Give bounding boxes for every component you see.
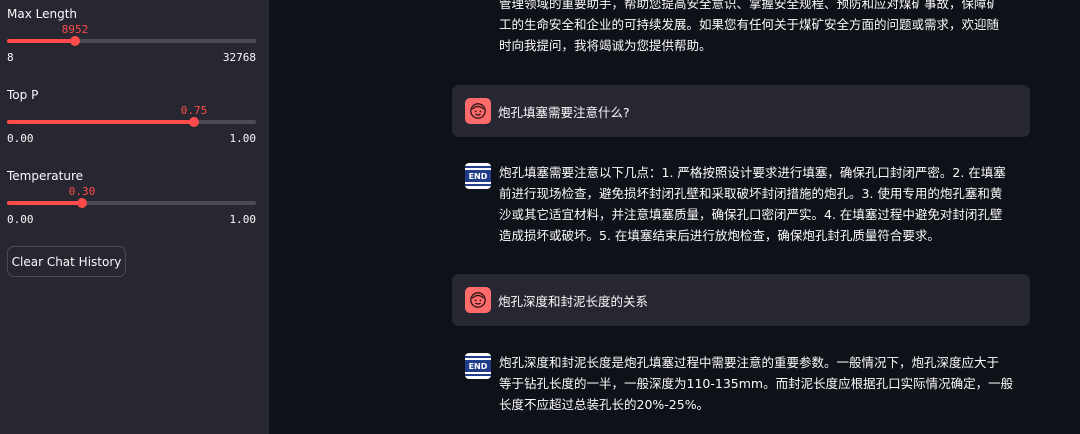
user-message: 炮孔填塞需要注意什么? xyxy=(452,85,1030,137)
temperature-fill xyxy=(7,201,82,205)
message-line: 炮孔填塞需要注意以下几点：1. 严格按照设计要求进行填塞，确保孔口封闭严密。2.… xyxy=(499,165,1006,180)
message-line: 炮孔深度和封泥长度是炮孔填塞过程中需要注意的重要参数。一般情况下，炮孔深度应大于 xyxy=(499,355,1000,370)
temperature-min: 0.00 xyxy=(7,213,34,226)
clear-chat-history-button[interactable]: Clear Chat History xyxy=(7,246,126,277)
max-length-value: 8952 xyxy=(61,23,89,36)
max-length-label: Max Length xyxy=(7,7,78,21)
end-logo-icon: END xyxy=(465,353,491,379)
assistant-message-partial: 管理领域的重要助手，帮助您提高安全意识、掌握安全规程、预防和应对煤矿事故，保障矿… xyxy=(499,0,999,56)
message-line: 前进行现场检查，避免损坏封闭孔壁和采取破坏封闭措施的炮孔。3. 使用专用的炮孔塞… xyxy=(499,186,1003,201)
message-line: 造成损坏或破坏。5. 在填塞结束后进行放炮检查，确保炮孔封孔质量符合要求。 xyxy=(499,228,940,243)
assistant-message: 炮孔深度和封泥长度是炮孔填塞过程中需要注意的重要参数。一般情况下，炮孔深度应大于… xyxy=(499,352,1013,415)
top-p-label: Top P xyxy=(7,88,39,102)
temperature-label: Temperature xyxy=(7,169,84,183)
top-p-min: 0.00 xyxy=(7,132,34,145)
max-length-min: 8 xyxy=(7,51,14,64)
message-line: 等于钻孔长度的一半，一般深度为110-135mm。而封泥长度应根据孔口实际情况确… xyxy=(499,376,1014,391)
logo-stripe xyxy=(465,166,491,168)
max-length-max: 32768 xyxy=(222,51,256,64)
logo-text: END xyxy=(465,170,491,182)
max-length-track[interactable] xyxy=(7,36,256,46)
temperature-track[interactable] xyxy=(7,198,256,208)
max-length-slider[interactable]: Max Length 8952 8 32768 xyxy=(7,7,256,69)
logo-text: END xyxy=(465,360,491,372)
chat-area: 管理领域的重要助手，帮助您提高安全意识、掌握安全规程、预防和应对煤矿事故，保障矿… xyxy=(269,0,1080,434)
temperature-slider[interactable]: Temperature 0.30 0.00 1.00 xyxy=(7,169,256,231)
user-message: 炮孔深度和封泥长度的关系 xyxy=(452,274,1030,326)
user-message-text: 炮孔深度和封泥长度的关系 xyxy=(498,293,649,309)
max-length-fill xyxy=(7,39,75,43)
logo-stripe xyxy=(465,374,491,376)
temperature-value: 0.30 xyxy=(68,185,96,198)
temperature-thumb[interactable] xyxy=(77,198,87,208)
top-p-track[interactable] xyxy=(7,117,256,127)
message-line: 管理领域的重要助手，帮助您提高安全意识、掌握安全规程、预防和应对煤矿事故，保障矿 xyxy=(499,0,1000,11)
temperature-max: 1.00 xyxy=(229,213,257,226)
message-line: 沙或其它适宜材料，并注意填塞质量，确保孔口密闭严实。4. 在填塞过程中避免对封闭… xyxy=(499,207,1003,222)
top-p-value: 0.75 xyxy=(180,104,208,117)
message-line: 长度不应超过总装孔长的20%-25%。 xyxy=(499,397,710,412)
end-logo-icon: END xyxy=(465,163,491,189)
message-line: 时向我提问，我将竭诚为您提供帮助。 xyxy=(499,38,712,53)
message-line: 工的生命安全和企业的可持续发展。如果您有任何关于煤矿安全方面的问题或需求，欢迎随 xyxy=(499,17,1000,32)
sidebar: Max Length 8952 8 32768 Top P 0.75 0.00 … xyxy=(0,0,269,434)
max-length-thumb[interactable] xyxy=(70,36,80,46)
user-message-text: 炮孔填塞需要注意什么? xyxy=(498,104,630,120)
top-p-slider[interactable]: Top P 0.75 0.00 1.00 xyxy=(7,88,256,150)
logo-stripe xyxy=(465,184,491,186)
smiley-face-icon xyxy=(465,287,491,313)
top-p-thumb[interactable] xyxy=(189,117,199,127)
top-p-fill xyxy=(7,120,194,124)
logo-stripe xyxy=(465,356,491,358)
top-p-max: 1.00 xyxy=(229,132,257,145)
assistant-message: 炮孔填塞需要注意以下几点：1. 严格按照设计要求进行填塞，确保孔口封闭严密。2.… xyxy=(499,162,1006,246)
smiley-face-icon xyxy=(465,98,491,124)
